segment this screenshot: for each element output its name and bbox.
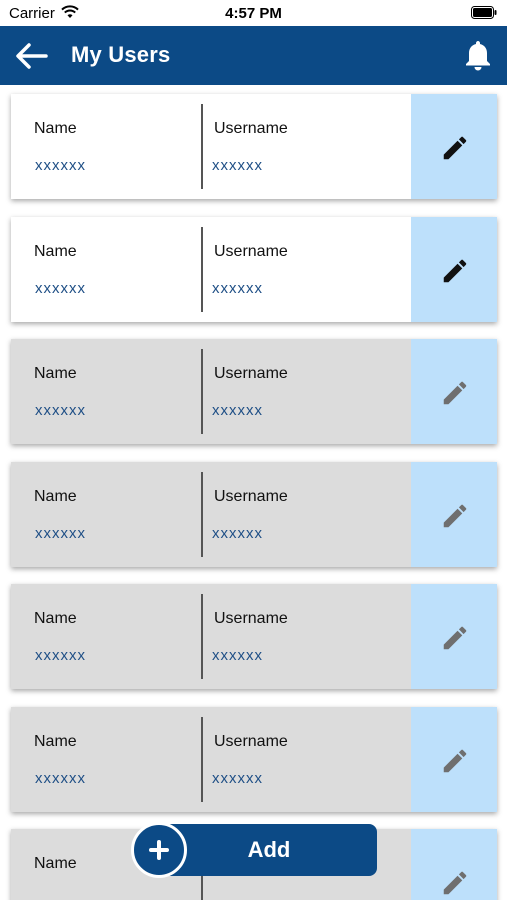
username-field: Username xxxxxx	[202, 707, 412, 812]
pencil-icon	[443, 626, 467, 650]
name-value: xxxxxx	[35, 525, 86, 542]
app-bar: My Users	[0, 26, 507, 85]
username-value: xxxxxx	[212, 770, 263, 787]
username-label: Username	[214, 365, 288, 382]
pencil-icon	[443, 871, 467, 895]
pencil-icon	[443, 749, 467, 773]
username-field: Username xxxxxx	[202, 462, 412, 567]
page-title: My Users	[71, 42, 171, 67]
pencil-icon	[443, 136, 467, 160]
user-card[interactable]: Name xxxxxx Username xxxxxx	[11, 217, 497, 322]
user-card[interactable]: Name xxxxxx Username xxxxxx	[11, 707, 497, 812]
name-label: Name	[34, 488, 77, 505]
username-field: Username xxxxxx	[202, 584, 412, 689]
username-value: xxxxxx	[212, 157, 263, 174]
username-value: xxxxxx	[212, 280, 263, 297]
username-value: xxxxxx	[212, 525, 263, 542]
add-label: Add	[247, 837, 291, 862]
edit-button[interactable]	[411, 829, 497, 900]
name-field: Name xxxxxx	[11, 584, 201, 689]
add-circle[interactable]	[131, 822, 187, 878]
edit-button[interactable]	[411, 339, 497, 444]
user-list: Name xxxxxx Username xxxxxx Name xxxxxx Userna…	[0, 85, 507, 900]
user-card[interactable]: Name xxxxxx Username xxxxxx	[11, 339, 497, 444]
status-bar: Carrier 4:57 PM	[0, 0, 507, 26]
name-label: Name	[34, 365, 77, 382]
name-label: Name	[34, 243, 77, 260]
pencil-icon	[443, 504, 467, 528]
name-field: Name xxxxxx	[11, 707, 201, 812]
name-field: Name xxxxxx	[11, 462, 201, 567]
user-card[interactable]: Name xxxxxx Username xxxxxx	[11, 462, 497, 567]
battery-icon	[471, 6, 497, 19]
bell-icon[interactable]	[463, 39, 493, 72]
username-label: Username	[214, 610, 288, 627]
edit-button[interactable]	[411, 94, 497, 199]
username-label: Username	[214, 488, 288, 505]
back-arrow-icon[interactable]	[14, 41, 48, 71]
pencil-icon	[443, 259, 467, 283]
name-value: xxxxxx	[35, 280, 86, 297]
name-field: Name xxxxxx	[11, 217, 201, 322]
username-value: xxxxxx	[212, 647, 263, 664]
name-value: xxxxxx	[35, 770, 86, 787]
name-label: Name	[34, 733, 77, 750]
edit-button[interactable]	[411, 707, 497, 812]
username-field: Username xxxxxx	[202, 217, 412, 322]
username-field: Username xxxxxx	[202, 339, 412, 444]
pencil-icon	[443, 381, 467, 405]
username-label: Username	[214, 120, 288, 137]
edit-button[interactable]	[411, 584, 497, 689]
username-value: xxxxxx	[212, 402, 263, 419]
edit-button[interactable]	[411, 217, 497, 322]
username-label: Username	[214, 733, 288, 750]
status-time: 4:57 PM	[225, 5, 282, 22]
name-field: Name xxxxxx	[11, 339, 201, 444]
name-label: Name	[34, 855, 77, 872]
username-field: Username xxxxxx	[202, 94, 412, 199]
plus-icon	[149, 840, 169, 860]
user-card[interactable]: Name xxxxxx Username xxxxxx	[11, 94, 497, 199]
user-card[interactable]: Name xxxxxx Username xxxxxx	[11, 584, 497, 689]
username-label: Username	[214, 243, 288, 260]
name-label: Name	[34, 610, 77, 627]
add-user-button[interactable]: Add	[131, 822, 377, 878]
name-value: xxxxxx	[35, 647, 86, 664]
name-label: Name	[34, 120, 77, 137]
edit-button[interactable]	[411, 462, 497, 567]
name-field: Name xxxxxx	[11, 94, 201, 199]
name-value: xxxxxx	[35, 402, 86, 419]
name-value: xxxxxx	[35, 157, 86, 174]
